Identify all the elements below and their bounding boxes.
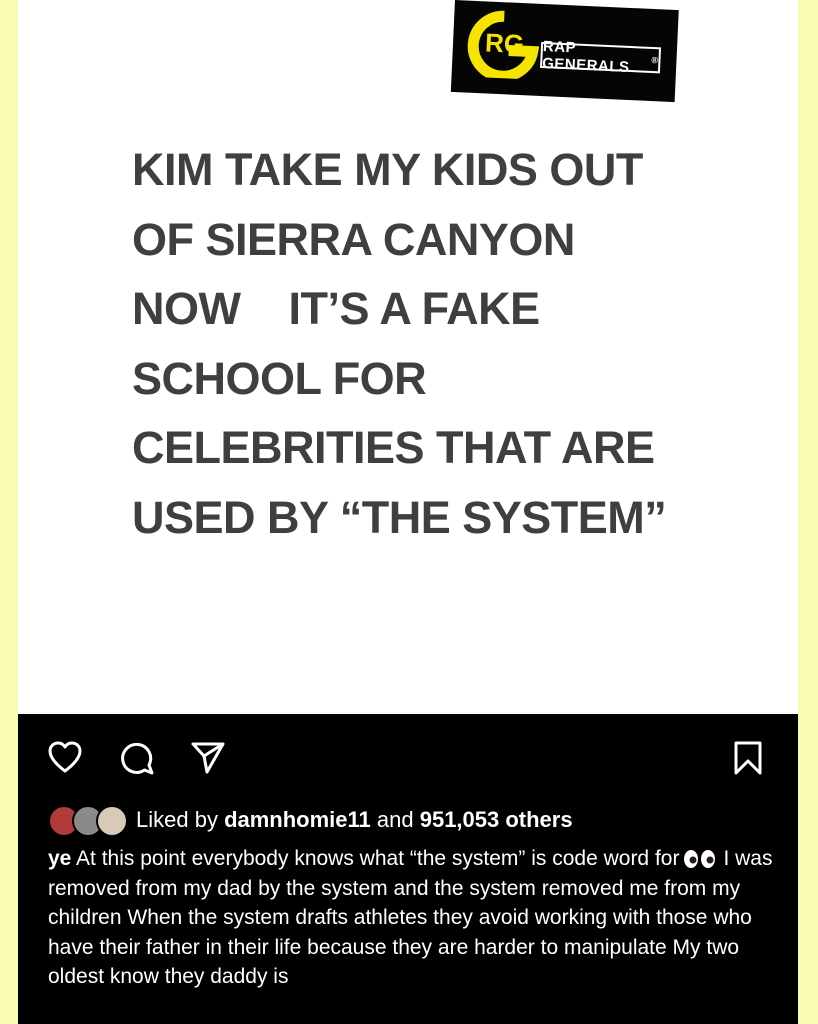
comment-icon[interactable] — [119, 740, 155, 776]
post-info-panel: Liked by damnhomie11 and 951,053 others … — [18, 714, 798, 1024]
caption-username[interactable]: ye — [48, 847, 71, 870]
headline-line: USED BY “THE SYSTEM” — [132, 491, 667, 543]
eyes-emoji-icon — [684, 850, 716, 868]
headline-line: SCHOOL FOR — [132, 352, 427, 404]
likes-summary[interactable]: Liked by damnhomie11 and 951,053 others — [136, 807, 573, 833]
post-frame: RG RAP GENERALS ® KIM TAKE MY KIDS OUT OF … — [18, 0, 798, 1024]
action-bar — [18, 714, 798, 804]
heart-icon[interactable] — [47, 740, 83, 776]
likes-count[interactable]: 951,053 others — [420, 807, 573, 832]
headline-line: KIM TAKE MY KIDS OUT — [132, 144, 643, 195]
likes-connector: and — [370, 807, 420, 832]
post-headline: KIM TAKE MY KIDS OUT OF SIERRA CANYON NOW … — [132, 135, 772, 552]
rg-monogram-icon: RG — [467, 10, 540, 81]
likes-row: Liked by damnhomie11 and 951,053 others — [48, 802, 768, 838]
likes-prefix: Liked by — [136, 807, 225, 832]
logo-brand-text: RAP GENERALS ® — [540, 38, 662, 76]
headline-line: NOW IT’S A FAKE — [132, 283, 540, 334]
logo-monogram: RG — [484, 27, 524, 59]
post-image: RG RAP GENERALS ® KIM TAKE MY KIDS OUT OF … — [18, 0, 798, 714]
post-caption: ye At this point everybody knows what “t… — [48, 844, 783, 992]
share-icon[interactable] — [190, 740, 226, 776]
rap-generals-logo: RG RAP GENERALS ® — [450, 0, 679, 103]
headline-line: OF SIERRA CANYON — [132, 213, 575, 265]
bookmark-icon[interactable] — [730, 740, 766, 776]
avatar — [96, 805, 128, 837]
caption-text-1: At this point everybody knows what “the … — [71, 847, 680, 870]
liker-username[interactable]: damnhomie11 — [224, 807, 371, 832]
headline-line: CELEBRITIES THAT ARE — [132, 422, 655, 473]
liker-avatars[interactable] — [48, 804, 130, 837]
